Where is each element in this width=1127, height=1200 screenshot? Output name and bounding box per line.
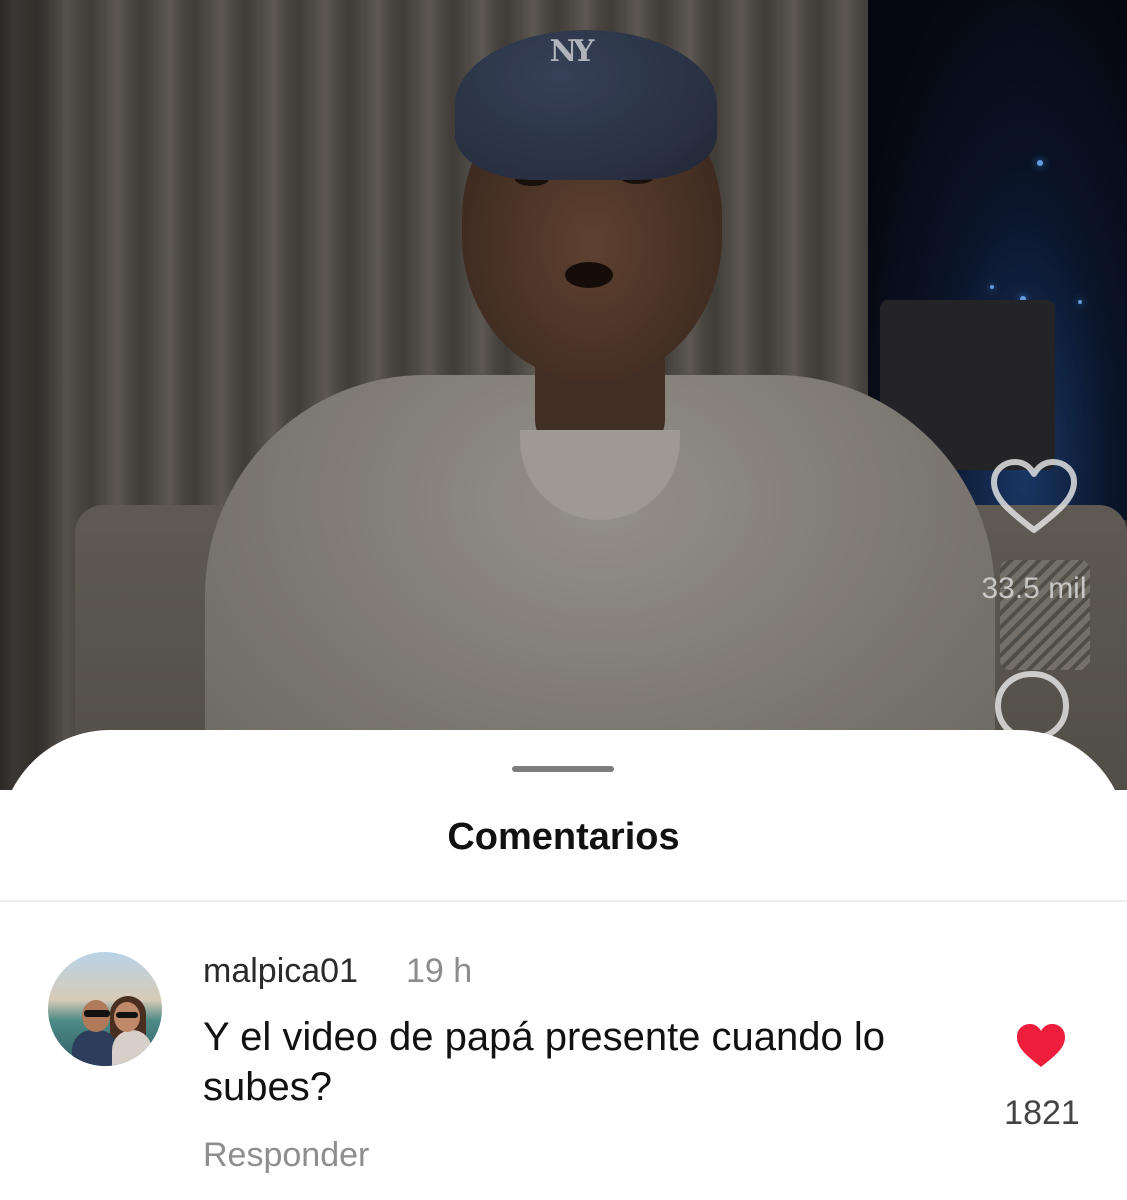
avatar[interactable] xyxy=(48,952,162,1066)
heart-outline-icon xyxy=(991,459,1077,533)
comments-sheet: Comentarios malpica01 19 h Y el video de… xyxy=(0,730,1127,1200)
video-like-button[interactable] xyxy=(988,458,1080,538)
comment-item: malpica01 19 h Y el video de papá presen… xyxy=(0,930,1127,1190)
comment-like-count: 1821 xyxy=(1004,1094,1080,1132)
sheet-title: Comentarios xyxy=(447,816,680,858)
comment-timestamp: 19 h xyxy=(406,952,473,990)
comment-text: Y el video de papá presente cuando lo su… xyxy=(203,1015,886,1109)
heart-filled-icon xyxy=(1017,1024,1065,1067)
comment-like-button[interactable] xyxy=(1014,1022,1068,1070)
app-screen: NY 33.5 mil Comentarios malpica01 19 h Y… xyxy=(0,0,1127,1200)
comment-username[interactable]: malpica01 xyxy=(203,952,358,991)
divider xyxy=(0,900,1127,902)
video-like-count: 33.5 mil xyxy=(981,572,1087,605)
video-player[interactable]: NY 33.5 mil xyxy=(0,0,1127,790)
sheet-drag-handle[interactable] xyxy=(512,766,614,772)
reply-button[interactable]: Responder xyxy=(203,1136,369,1175)
